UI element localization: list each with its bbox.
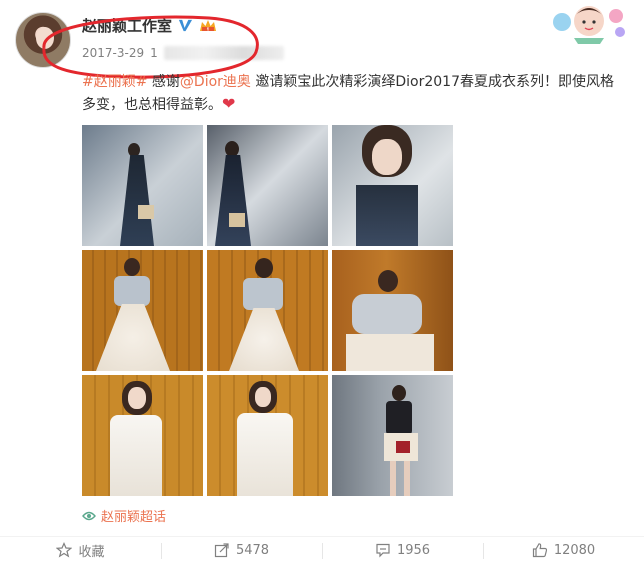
vip-badge-icon[interactable]: 6 [199,18,217,33]
topic-label: 赵丽颖超话 [101,510,167,525]
photo-3[interactable] [332,125,453,246]
heart-emoji-icon: ❤ [222,94,236,113]
post-date[interactable]: 2017-3-29 [82,46,144,60]
comment-count: 1956 [396,542,431,558]
forward-icon [214,543,229,558]
photo-6[interactable] [332,250,453,371]
author-name[interactable]: 赵丽颖工作室 [82,15,172,36]
author-avatar[interactable] [15,12,71,68]
comment-icon [376,543,390,558]
author-row: 赵丽颖工作室 6 [82,14,217,36]
comment-button[interactable]: 1956 [322,537,483,563]
weibo-post-card: 赵丽颖工作室 6 2017-3-29 1 #赵丽颖# 感谢@Dior迪奥 邀请颖… [0,0,644,563]
forward-button[interactable]: 5478 [161,537,322,563]
like-icon [532,543,547,558]
hashtag-link[interactable]: #赵丽颖# [82,74,147,90]
photo-2[interactable] [207,125,328,246]
photo-9[interactable] [332,375,453,496]
svg-text:6: 6 [207,26,210,31]
photo-7[interactable] [82,375,203,496]
forward-count: 5478 [235,542,270,558]
like-count: 12080 [553,542,596,558]
topic-icon [82,511,96,520]
action-bar: 收藏 5478 1956 12080 [0,536,644,563]
post-text-part1: 感谢 [147,74,180,90]
photo-4[interactable] [82,250,203,371]
decorative-sticker-icon [553,6,625,44]
topic-link[interactable]: 赵丽颖超话 [82,506,166,525]
blurred-source [163,46,284,60]
mention-link[interactable]: @Dior迪奥 [180,74,251,90]
post-text: #赵丽颖# 感谢@Dior迪奥 邀请颖宝此次精彩演绎Dior2017春夏成衣系列… [82,72,627,116]
post-meta: 2017-3-29 1 [82,46,284,60]
photo-5[interactable] [207,250,328,371]
post-time-fragment: 1 [150,46,158,60]
verified-v-icon [178,19,193,31]
star-icon [56,542,73,558]
photo-1[interactable] [82,125,203,246]
collect-button[interactable]: 收藏 [0,537,161,563]
collect-label: 收藏 [78,544,105,560]
like-button[interactable]: 12080 [483,537,644,563]
photo-8[interactable] [207,375,328,496]
